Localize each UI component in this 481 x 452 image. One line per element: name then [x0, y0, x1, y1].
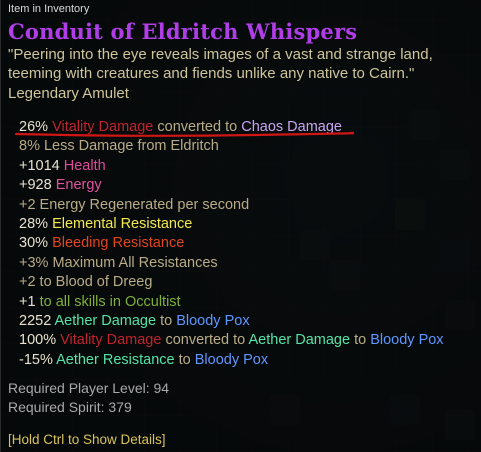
item-type: Legendary Amulet [8, 85, 129, 102]
mod-text: to [178, 351, 191, 368]
mod-value: 100% [19, 332, 57, 349]
mod-value: 2252 [19, 312, 52, 329]
mod-text: to all skills in Occultist [39, 293, 181, 310]
modifier-bleeding-resistance: 30% Bleeding Resistance [19, 234, 444, 253]
flavor-line: teeming with creatures and fiends unlike… [8, 65, 415, 82]
tooltip-header: Item in Inventory [8, 3, 90, 15]
damage-type: Vitality Damage [52, 119, 154, 135]
modifier-skill-bonus: +2 to Blood of Dreeg [19, 274, 153, 291]
modifier-vitality-conversion: 26% Vitality Damage converted to Chaos D… [19, 118, 444, 137]
skill-name: Bloody Pox [194, 351, 269, 368]
damage-type: Aether Damage [248, 332, 351, 349]
item-modifiers: 26% Vitality Damage converted to Chaos D… [19, 118, 444, 370]
damage-type: Chaos Damage [241, 119, 342, 135]
mod-value: +928 [19, 177, 52, 194]
modifier-elemental-resistance: 28% Elemental Resistance [19, 215, 444, 234]
modifier-skill-aether-damage: 2252 Aether Damage to Bloody Pox [19, 312, 444, 331]
modifier-energy: +928 Energy [19, 176, 444, 195]
modifier-eldritch-damage: 8% Less Damage from Eldritch [19, 138, 219, 155]
item-requirements: Required Player Level: 94 Required Spiri… [8, 379, 169, 417]
item-tooltip: Item in Inventory Conduit of Eldritch Wh… [0, 0, 481, 452]
mod-value: -15% [19, 351, 53, 368]
stat-name: Energy [55, 177, 102, 194]
required-spirit: Required Spirit: 379 [8, 399, 132, 415]
stat-name: Elemental Resistance [52, 215, 193, 232]
mod-value: 28% [19, 215, 49, 232]
item-name: Conduit of Eldritch Whispers [8, 19, 358, 44]
stat-name: Health [63, 157, 106, 174]
modifier-max-resistances: +3% Maximum All Resistances [19, 254, 218, 271]
flavor-line: "Peering into the eye reveals images of … [8, 46, 433, 63]
mod-text: converted to [157, 119, 238, 135]
inventory-screen: Item in Inventory Conduit of Eldritch Wh… [0, 0, 481, 452]
mod-value: 26% [19, 119, 49, 135]
modifier-mastery-bonus: +1 to all skills in Occultist [19, 293, 444, 312]
modifier-skill-conversion: 100% Vitality Damage converted to Aether… [19, 331, 444, 350]
mod-value: 30% [19, 235, 49, 252]
damage-type: Aether Damage [54, 312, 157, 329]
mod-text: converted to [165, 332, 246, 349]
item-flavor-text: "Peering into the eye reveals images of … [8, 45, 478, 83]
modifier-energy-regen: +2 Energy Regenerated per second [19, 196, 250, 213]
skill-name: Bloody Pox [370, 332, 444, 349]
stat-name: Aether Resistance [56, 351, 175, 368]
mod-text: to [354, 332, 367, 349]
mod-value: +1014 [19, 157, 60, 174]
damage-type: Vitality Damage [60, 332, 162, 349]
modifier-skill-aether-resistance: -15% Aether Resistance to Bloody Pox [19, 351, 444, 370]
required-level: Required Player Level: 94 [8, 380, 170, 396]
stat-name: Bleeding Resistance [52, 235, 185, 252]
details-hint: [Hold Ctrl to Show Details] [8, 432, 166, 447]
mod-value: +1 [19, 293, 36, 310]
modifier-health: +1014 Health [19, 157, 444, 176]
mod-text: to [160, 312, 173, 329]
skill-name: Bloody Pox [176, 312, 250, 329]
